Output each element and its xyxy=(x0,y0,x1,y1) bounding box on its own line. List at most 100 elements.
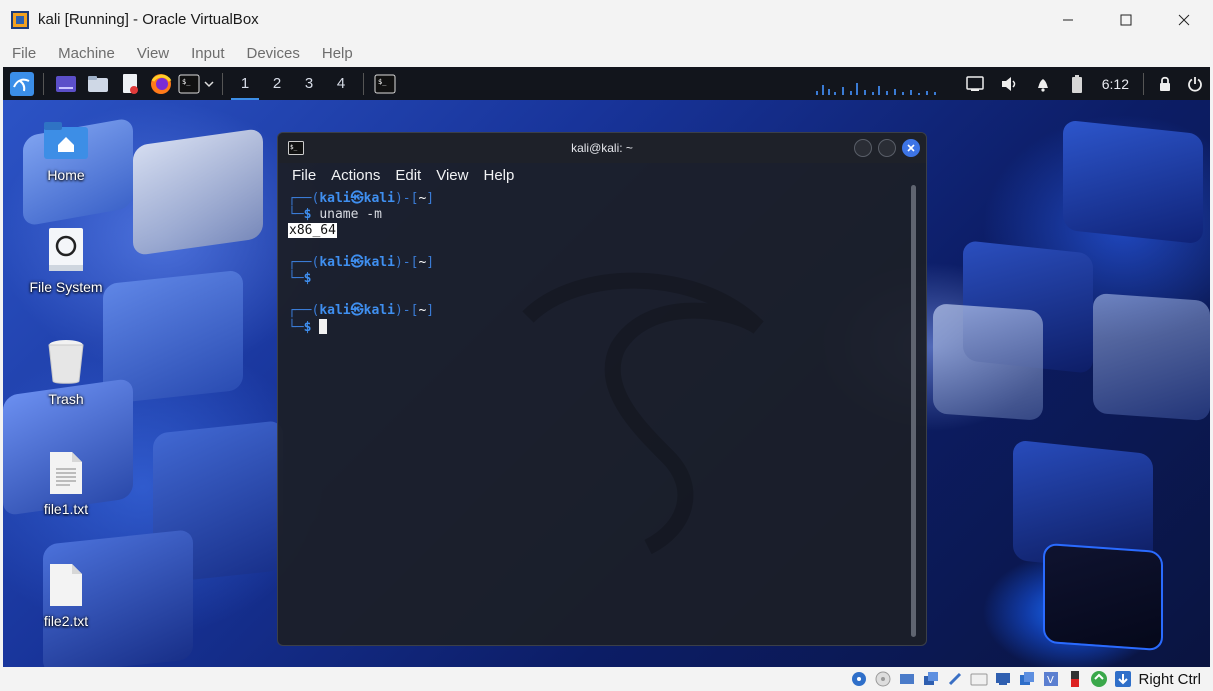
terminal-menu-edit[interactable]: Edit xyxy=(395,167,421,184)
power-icon xyxy=(1188,76,1202,92)
display-settings-button[interactable] xyxy=(958,67,992,100)
text-file-icon xyxy=(50,564,82,606)
volume-button[interactable] xyxy=(992,67,1026,100)
hard-disk-status[interactable] xyxy=(850,670,868,688)
terminal-close-button[interactable] xyxy=(902,139,920,157)
notifications-button[interactable] xyxy=(1026,67,1060,100)
audio-status[interactable] xyxy=(898,670,916,688)
kali-dragon-icon xyxy=(10,71,34,96)
prompt-line: ┌──(kali㉿kali)-[~] xyxy=(288,191,435,206)
output-line: x86_64 xyxy=(288,223,916,239)
logout-button[interactable] xyxy=(1180,67,1210,100)
taskbar-terminal-window[interactable]: $_ xyxy=(370,67,400,100)
workspace-1[interactable]: 1 xyxy=(229,67,261,100)
text-editor-launcher[interactable] xyxy=(114,67,146,100)
terminal-menu-help[interactable]: Help xyxy=(483,167,514,184)
lock-screen-button[interactable] xyxy=(1150,67,1180,100)
keyboard-capture-status[interactable] xyxy=(1114,670,1132,688)
terminal-output[interactable]: ┌──(kali㉿kali)-[~] └─$ uname -m x86_64 ┌… xyxy=(278,187,926,643)
terminal-window[interactable]: $_ kali@kali: ~ File Actions Edit View H… xyxy=(277,132,927,646)
terminal-icon: $_ xyxy=(374,74,396,93)
window-title: kali [Running] - Oracle VirtualBox xyxy=(38,11,259,28)
menu-devices[interactable]: Devices xyxy=(247,45,300,62)
kali-top-panel: $_ 1 2 3 4 $_ 6:12 xyxy=(3,67,1210,100)
terminal-menu-file[interactable]: File xyxy=(292,167,316,184)
menu-file[interactable]: File xyxy=(12,45,36,62)
optical-disc-icon xyxy=(875,671,891,687)
bell-icon xyxy=(1037,78,1048,92)
wallpaper-cube xyxy=(933,303,1043,421)
cpu-activity-icon xyxy=(1071,671,1080,687)
panel-separator xyxy=(222,72,223,95)
desktop-icon-file2[interactable]: file2.txt xyxy=(11,563,121,629)
close-button[interactable] xyxy=(1155,0,1213,39)
desktop-icon-file1[interactable]: file1.txt xyxy=(11,451,121,517)
terminal-title: kali@kali: ~ xyxy=(571,141,633,155)
network-icon xyxy=(924,672,939,685)
minimize-button[interactable] xyxy=(1039,0,1097,39)
usb-icon xyxy=(949,672,962,686)
vbox-menubar: File Machine View Input Devices Help xyxy=(0,39,1213,67)
menu-help[interactable]: Help xyxy=(322,45,353,62)
command-output: x86_64 xyxy=(288,223,337,238)
menu-machine[interactable]: Machine xyxy=(58,45,115,62)
firefox-icon xyxy=(151,73,172,94)
menu-view[interactable]: View xyxy=(137,45,169,62)
show-desktop-button[interactable] xyxy=(50,67,82,100)
battery-indicator[interactable] xyxy=(1060,67,1094,100)
desktop-icon-label: File System xyxy=(29,279,103,295)
text-cursor xyxy=(319,319,328,334)
file-manager-launcher[interactable] xyxy=(82,67,114,100)
monitor-icon xyxy=(966,75,984,91)
vbox-statusbar: V Right Ctrl xyxy=(0,667,1213,691)
desktop-icon-home[interactable]: Home xyxy=(11,119,121,183)
network-status[interactable] xyxy=(922,670,940,688)
recording-status[interactable] xyxy=(1018,670,1036,688)
vt-x-icon: V xyxy=(1044,672,1059,686)
panel-separator xyxy=(1143,72,1144,95)
guest-display[interactable]: $_ 1 2 3 4 $_ 6:12 Home File System Tras… xyxy=(3,67,1210,667)
terminal-menu-view[interactable]: View xyxy=(436,167,468,184)
trash-icon xyxy=(48,340,84,384)
menu-input[interactable]: Input xyxy=(191,45,224,62)
close-icon xyxy=(1178,14,1190,25)
audio-icon xyxy=(900,674,915,684)
svg-text:$_: $_ xyxy=(378,78,387,86)
maximize-icon xyxy=(1120,14,1132,25)
mouse-integration-status[interactable] xyxy=(1090,670,1108,688)
volume-icon xyxy=(1001,76,1015,91)
terminal-launcher[interactable]: $_ xyxy=(176,67,202,100)
cpu-status[interactable] xyxy=(1066,670,1084,688)
maximize-button[interactable] xyxy=(1097,0,1155,39)
optical-drive-status[interactable] xyxy=(874,670,892,688)
disk-icon xyxy=(852,672,867,686)
desktop-icon-label: file2.txt xyxy=(43,613,89,629)
terminal-titlebar[interactable]: $_ kali@kali: ~ xyxy=(278,133,926,163)
terminal-launcher-dropdown[interactable] xyxy=(202,67,216,100)
virtualization-status[interactable]: V xyxy=(1042,670,1060,688)
workspace-2[interactable]: 2 xyxy=(261,67,293,100)
wallpaper-cube xyxy=(133,127,263,257)
virtualbox-app-icon xyxy=(11,10,29,29)
vbox-titlebar: kali [Running] - Oracle VirtualBox xyxy=(0,0,1213,39)
workspace-3[interactable]: 3 xyxy=(293,67,325,100)
kali-menu-button[interactable] xyxy=(7,67,37,100)
panel-clock[interactable]: 6:12 xyxy=(1102,76,1129,92)
firefox-launcher[interactable] xyxy=(146,67,176,100)
kali-dragon-watermark-icon xyxy=(522,272,764,555)
terminal-menu-actions[interactable]: Actions xyxy=(331,167,380,184)
shared-folders-status[interactable] xyxy=(970,670,988,688)
terminal-scrollbar[interactable] xyxy=(911,185,916,637)
desktop-icon-trash[interactable]: Trash xyxy=(11,339,121,407)
terminal-maximize-button[interactable] xyxy=(878,139,896,157)
workspace-4[interactable]: 4 xyxy=(325,67,357,100)
display-status[interactable] xyxy=(994,670,1012,688)
svg-text:$_: $_ xyxy=(182,78,191,86)
terminal-menubar: File Actions Edit View Help xyxy=(278,163,926,187)
svg-text:V: V xyxy=(1047,675,1054,686)
panel-separator xyxy=(43,72,44,95)
usb-status[interactable] xyxy=(946,670,964,688)
terminal-minimize-button[interactable] xyxy=(854,139,872,157)
mouse-integration-icon xyxy=(1091,671,1108,687)
desktop-icon-file-system[interactable]: File System xyxy=(11,227,121,295)
